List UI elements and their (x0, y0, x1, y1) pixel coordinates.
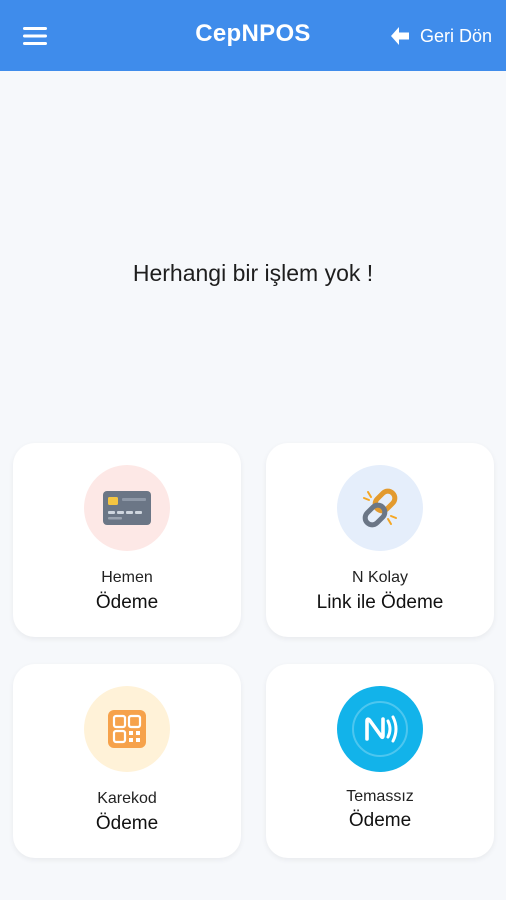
card-label-main: Ödeme (95, 813, 159, 834)
qr-code-icon (108, 710, 146, 748)
credit-card-icon (103, 491, 151, 525)
contactless-icon (352, 701, 408, 757)
card-label-main: Ödeme (348, 810, 412, 831)
card-icon-circle (84, 686, 170, 772)
karekod-odeme-card[interactable]: Karekod Ödeme (13, 664, 241, 858)
card-label-small: N Kolay (351, 569, 409, 586)
chain-link-icon (362, 488, 398, 528)
card-label-small: Hemen (101, 569, 153, 586)
back-button[interactable]: Geri Dön (388, 22, 492, 50)
card-label-main: Ödeme (95, 592, 159, 613)
arrow-left-icon (390, 27, 409, 45)
temassiz-odeme-card[interactable]: Temassız Ödeme (266, 664, 494, 858)
card-icon-circle (337, 465, 423, 551)
empty-state-message: Herhangi bir işlem yok ! (132, 260, 374, 286)
card-label-main: Link ile Ödeme (316, 592, 444, 613)
app-header: CepNPOS Geri Dön (0, 0, 506, 71)
card-label-small: Temassız (346, 788, 414, 805)
back-button-label: Geri Dön (419, 25, 492, 46)
card-label-small: Karekod (97, 790, 157, 807)
hemen-odeme-card[interactable]: Hemen Ödeme (13, 443, 241, 637)
link-ile-odeme-card[interactable]: N Kolay Link ile Ödeme (266, 443, 494, 637)
card-icon-circle (337, 686, 423, 772)
card-icon-circle (84, 465, 170, 551)
